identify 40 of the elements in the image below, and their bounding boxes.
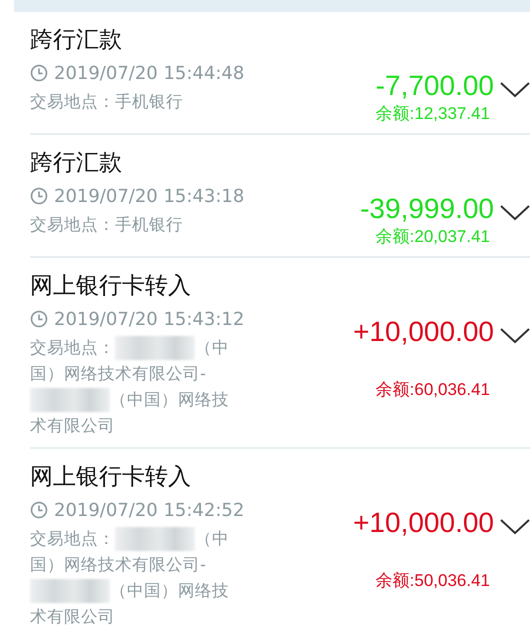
- location-text: 国）网络技术有限公司-: [30, 363, 206, 385]
- transaction-time: 2019/07/20 15:42:52: [54, 500, 244, 520]
- location-text: 交易地点：: [30, 528, 115, 550]
- clock-icon: [30, 501, 48, 519]
- transaction-time: 2019/07/20 15:43:18: [54, 186, 244, 206]
- balance-text: 余额:20,037.41: [376, 226, 490, 248]
- balance-text: 余额:60,036.41: [376, 379, 490, 401]
- location-text: 交易地点：手机银行: [30, 91, 183, 113]
- location-text: （中国）网络技: [110, 580, 229, 602]
- transaction-row[interactable]: 网上银行卡转入 2019/07/20 15:42:52 交易地点： （中 国）网络技术有限公司- （中国）网络技 术有限公司 +10,000.00 余额:50,036.41: [30, 449, 530, 635]
- location-text: （中: [195, 337, 229, 359]
- clock-icon: [30, 187, 48, 205]
- transaction-row[interactable]: 跨行汇款 2019/07/20 15:43:18 交易地点：手机银行 -39,999.00 余额:20,037.41: [30, 135, 530, 258]
- chevron-down-icon[interactable]: [500, 205, 530, 221]
- transaction-title: 跨行汇款: [30, 149, 123, 178]
- location-text: 术有限公司: [30, 415, 115, 437]
- transaction-title: 跨行汇款: [30, 26, 123, 55]
- amount: +10,000.00: [353, 507, 494, 539]
- chevron-down-icon[interactable]: [500, 519, 530, 535]
- location-text: 国）网络技术有限公司-: [30, 554, 206, 576]
- transaction-time: 2019/07/20 15:44:48: [54, 62, 244, 84]
- amount: +10,000.00: [353, 316, 494, 348]
- chevron-down-icon[interactable]: [500, 328, 530, 344]
- clock-icon: [30, 310, 48, 328]
- clock-icon: [30, 64, 48, 82]
- transaction-title: 网上银行卡转入: [30, 272, 192, 301]
- transaction-time: 2019/07/20 15:43:12: [54, 308, 244, 330]
- location-text: 术有限公司: [30, 606, 115, 628]
- balance-text: 余额:12,337.41: [376, 103, 490, 125]
- balance-text: 余额:50,036.41: [376, 570, 490, 592]
- location-text: （中国）网络技: [110, 389, 229, 411]
- amount: -7,700.00: [376, 70, 494, 102]
- transaction-row[interactable]: 跨行汇款 2019/07/20 15:44:48 交易地点：手机银行 -7,700.00 余额:12,337.41: [30, 12, 530, 135]
- location-text: 交易地点：手机银行: [30, 214, 183, 236]
- transaction-title: 网上银行卡转入: [30, 463, 192, 492]
- location-text: （中: [195, 528, 229, 550]
- location-text: 交易地点：: [30, 337, 115, 359]
- transaction-row[interactable]: 网上银行卡转入 2019/07/20 15:43:12 交易地点： （中 国）网络技术有限公司- （中国）网络技 术有限公司 +10,000.00 余额:60,036.41: [30, 258, 530, 449]
- amount: -39,999.00: [360, 193, 494, 225]
- chevron-down-icon[interactable]: [500, 82, 530, 98]
